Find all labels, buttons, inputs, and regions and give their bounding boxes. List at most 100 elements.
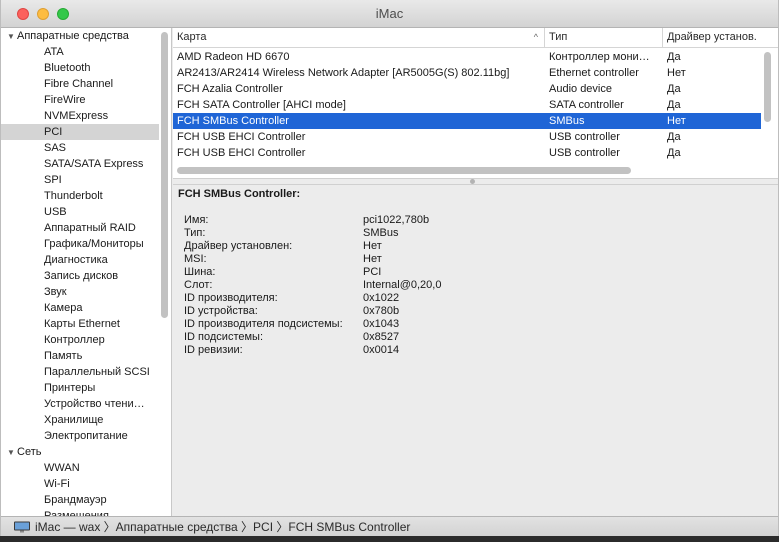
cell-type: Audio device [549,83,612,95]
device-table: Карта ^ Тип Драйвер установ. AMD Radeon … [173,28,778,178]
sidebar-item-label: Графика/Мониторы [44,238,144,250]
sidebar-item-label: ATA [44,46,64,58]
table-row[interactable]: FCH SATA Controller [AHCI mode] SATA cont… [173,97,761,113]
column-header-card[interactable]: Карта ^ [173,28,545,47]
detail-field-label: ID производителя подсистемы: [184,318,343,330]
detail-field-value: 0x8527 [363,331,400,343]
sidebar-item-label: Контроллер [44,334,105,346]
sidebar-item-хранилище[interactable]: Хранилище [1,412,159,428]
sidebar-item-fibre-channel[interactable]: Fibre Channel [1,76,159,92]
cell-card: FCH SATA Controller [AHCI mode] [177,99,346,111]
sidebar-item-label: SAS [44,142,67,154]
cell-type: USB controller [549,131,620,143]
sidebar-item-label: WWAN [44,462,80,474]
sidebar-category-network[interactable]: ▼ Сеть [1,444,165,460]
table-horizontal-scrollbar[interactable] [177,167,631,174]
sidebar-item-sata-sata-express[interactable]: SATA/SATA Express [1,156,159,172]
sidebar-item-диагностика[interactable]: Диагностика [1,252,159,268]
sidebar-item-sas[interactable]: SAS [1,140,159,156]
sidebar-scrollbar[interactable] [161,32,168,318]
sidebar-item-ata[interactable]: ATA [1,44,159,60]
detail-field-value: Internal@0,20,0 [363,279,442,291]
imac-icon [14,521,30,533]
table-vertical-scrollbar[interactable] [764,52,771,122]
detail-field-label: Тип: [184,227,206,239]
sidebar-item-размещения[interactable]: Размещения [1,508,159,516]
column-header-driver[interactable]: Драйвер установ. [663,28,778,47]
sidebar-item-контроллер[interactable]: Контроллер [1,332,159,348]
cell-type: SATA controller [549,99,624,111]
disclosure-triangle-icon[interactable]: ▼ [7,445,17,460]
cell-card: AMD Radeon HD 6670 [177,51,290,63]
sidebar: ▼ Аппаратные средства ATA Bluetooth Fibre Ch… [1,28,172,516]
sidebar-item-запись-дисков[interactable]: Запись дисков [1,268,159,284]
cell-driver: Нет [667,115,686,127]
column-header-label: Карта [177,31,207,43]
detail-field-value: 0x1043 [363,318,400,330]
title-bar: iMac [1,0,778,28]
cell-driver: Да [667,131,681,143]
detail-field-label: ID производителя: [184,292,278,304]
detail-field-value: 0x780b [363,305,400,317]
detail-field-value: 0x1022 [363,292,400,304]
detail-field-label: Слот: [184,279,213,291]
sidebar-item-label: NVMExpress [44,110,109,122]
column-header-type[interactable]: Тип [545,28,663,47]
sidebar-item-pci[interactable]: PCI [1,124,159,140]
sidebar-category-hardware[interactable]: ▼ Аппаратные средства [1,28,165,44]
detail-field-value: Нет [363,240,382,252]
detail-pane: FCH SMBus Controller: Имя: pci1022,780b Ти… [173,185,778,516]
sidebar-item-аппаратный-raid[interactable]: Аппаратный RAID [1,220,159,236]
cell-driver: Да [667,99,681,111]
sidebar-item-label: SATA/SATA Express [44,158,144,170]
sidebar-item-spi[interactable]: SPI [1,172,159,188]
system-information-window: iMac ▼ Аппаратные средства ATA Bluetooth Fib… [0,0,779,542]
sidebar-item-wi-fi[interactable]: Wi-Fi [1,476,159,492]
splitter-handle-icon [470,179,475,184]
sidebar-item-label: Запись дисков [44,270,119,282]
detail-field-label: ID ревизии: [184,344,243,356]
disclosure-triangle-icon[interactable]: ▼ [7,29,17,44]
detail-field-label: MSI: [184,253,207,265]
sidebar-item-параллельный-scsi[interactable]: Параллельный SCSI [1,364,159,380]
sidebar-item-bluetooth[interactable]: Bluetooth [1,60,159,76]
sidebar-item-принтеры[interactable]: Принтеры [1,380,159,396]
path-bar: iMac — wax 〉Аппаратные средства 〉PCI 〉FC… [1,516,778,537]
sidebar-item-электропитание[interactable]: Электропитание [1,428,159,444]
detail-field-value: 0x0014 [363,344,400,356]
cell-type: SMBus [549,115,585,127]
sidebar-item-thunderbolt[interactable]: Thunderbolt [1,188,159,204]
breadcrumb[interactable]: iMac — wax 〉Аппаратные средства 〉PCI 〉FC… [35,517,410,537]
sidebar-category-label: Сеть [17,446,42,458]
sidebar-item-usb[interactable]: USB [1,204,159,220]
sidebar-item-устройство-чтени[interactable]: Устройство чтени… [1,396,159,412]
sidebar-item-память[interactable]: Память [1,348,159,364]
cell-type: Ethernet controller [549,67,639,79]
sidebar-item-графика-мониторы[interactable]: Графика/Мониторы [1,236,159,252]
column-header-label: Драйвер установ. [667,31,757,43]
table-row[interactable]: FCH USB EHCI Controller USB controller Да [173,145,761,161]
table-row[interactable]: FCH Azalia Controller Audio device Да [173,81,761,97]
sidebar-item-label: Камера [44,302,83,314]
sidebar-item-label: Память [44,350,83,362]
table-row[interactable]: FCH SMBus Controller SMBus Нет [173,113,761,129]
sidebar-item-звук[interactable]: Звук [1,284,159,300]
sidebar-item-камера[interactable]: Камера [1,300,159,316]
window-title: iMac [375,6,404,21]
sidebar-item-label: Параллельный SCSI [44,366,150,378]
desktop-background [0,536,779,542]
sidebar-item-wwan[interactable]: WWAN [1,460,159,476]
table-row[interactable]: FCH USB EHCI Controller USB controller Да [173,129,761,145]
sidebar-item-label: Звук [44,286,67,298]
sidebar-item-label: Fibre Channel [44,78,114,90]
table-row[interactable]: AR2413/AR2414 Wireless Network Adapter [… [173,65,761,81]
sidebar-item-брандмауэр[interactable]: Брандмауэр [1,492,159,508]
sidebar-item-nvmexpress[interactable]: NVMExpress [1,108,159,124]
cell-type: Контроллер мони… [549,51,650,63]
pane-splitter[interactable] [173,178,778,185]
sidebar-item-карты-ethernet[interactable]: Карты Ethernet [1,316,159,332]
sidebar-item-firewire[interactable]: FireWire [1,92,159,108]
table-header: Карта ^ Тип Драйвер установ. [173,28,778,48]
sidebar-item-label: Диагностика [44,254,108,266]
table-row[interactable]: AMD Radeon HD 6670 Контроллер мони… Да [173,49,761,65]
